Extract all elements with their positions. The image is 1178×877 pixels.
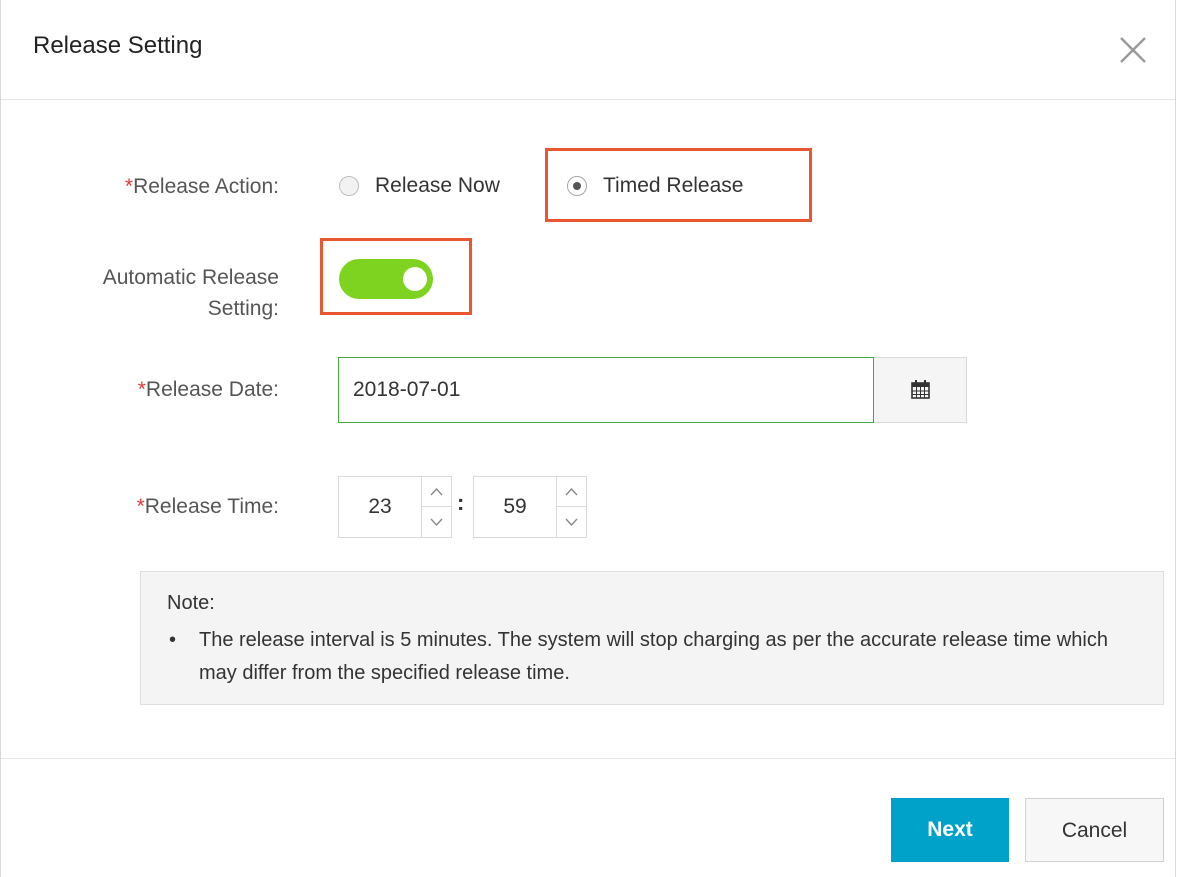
dialog-title: Release Setting [33,32,203,59]
chevron-up-icon [430,487,443,496]
required-mark: * [137,378,146,401]
hour-stepper[interactable]: 23 [338,476,452,538]
hour-decrement-button[interactable] [422,507,451,537]
radio-release-now[interactable]: Release Now [339,174,500,198]
hour-increment-button[interactable] [422,477,451,507]
release-time-label: *Release Time: [136,495,279,518]
chevron-down-icon [565,518,578,527]
radio-release-now-label: Release Now [375,174,500,197]
minute-decrement-button[interactable] [557,507,586,537]
note-box: Note: • The release interval is 5 minute… [140,571,1164,705]
radio-timed-release-label: Timed Release [603,174,744,197]
minute-increment-button[interactable] [557,477,586,507]
release-action-label: *Release Action: [124,175,279,198]
note-text: The release interval is 5 minutes. The s… [199,629,1108,684]
toggle-knob [403,267,427,291]
note-title: Note: [167,592,215,614]
minute-stepper[interactable]: 59 [473,476,587,538]
auto-release-toggle[interactable] [339,259,433,299]
release-date-input[interactable]: 2018-07-01 [338,357,874,423]
next-button[interactable]: Next [891,798,1009,862]
bullet: • [169,629,177,651]
cancel-button[interactable]: Cancel [1025,798,1164,862]
required-mark: * [136,495,145,518]
close-button[interactable] [1113,30,1153,70]
hour-value[interactable]: 23 [339,477,421,537]
calendar-icon [911,380,930,399]
time-separator: : [457,490,465,515]
dialog-header: Release Setting [1,0,1175,100]
hour-arrows [421,477,451,537]
auto-release-label: Automatic Release Setting: [102,266,279,320]
radio-timed-release-circle[interactable] [567,176,587,196]
release-setting-dialog: Release Setting *Release Action: Release… [0,0,1176,877]
release-date-label: *Release Date: [137,378,279,401]
note-list-item: • The release interval is 5 minutes. The… [169,624,1129,690]
radio-timed-release[interactable]: Timed Release [567,174,743,198]
minute-arrows [556,477,586,537]
calendar-button[interactable] [874,357,967,423]
footer-divider [1,758,1175,759]
chevron-down-icon [430,518,443,527]
chevron-up-icon [565,487,578,496]
required-mark: * [124,175,134,198]
close-icon [1120,37,1146,63]
radio-release-now-circle[interactable] [339,176,359,196]
minute-value[interactable]: 59 [474,477,556,537]
